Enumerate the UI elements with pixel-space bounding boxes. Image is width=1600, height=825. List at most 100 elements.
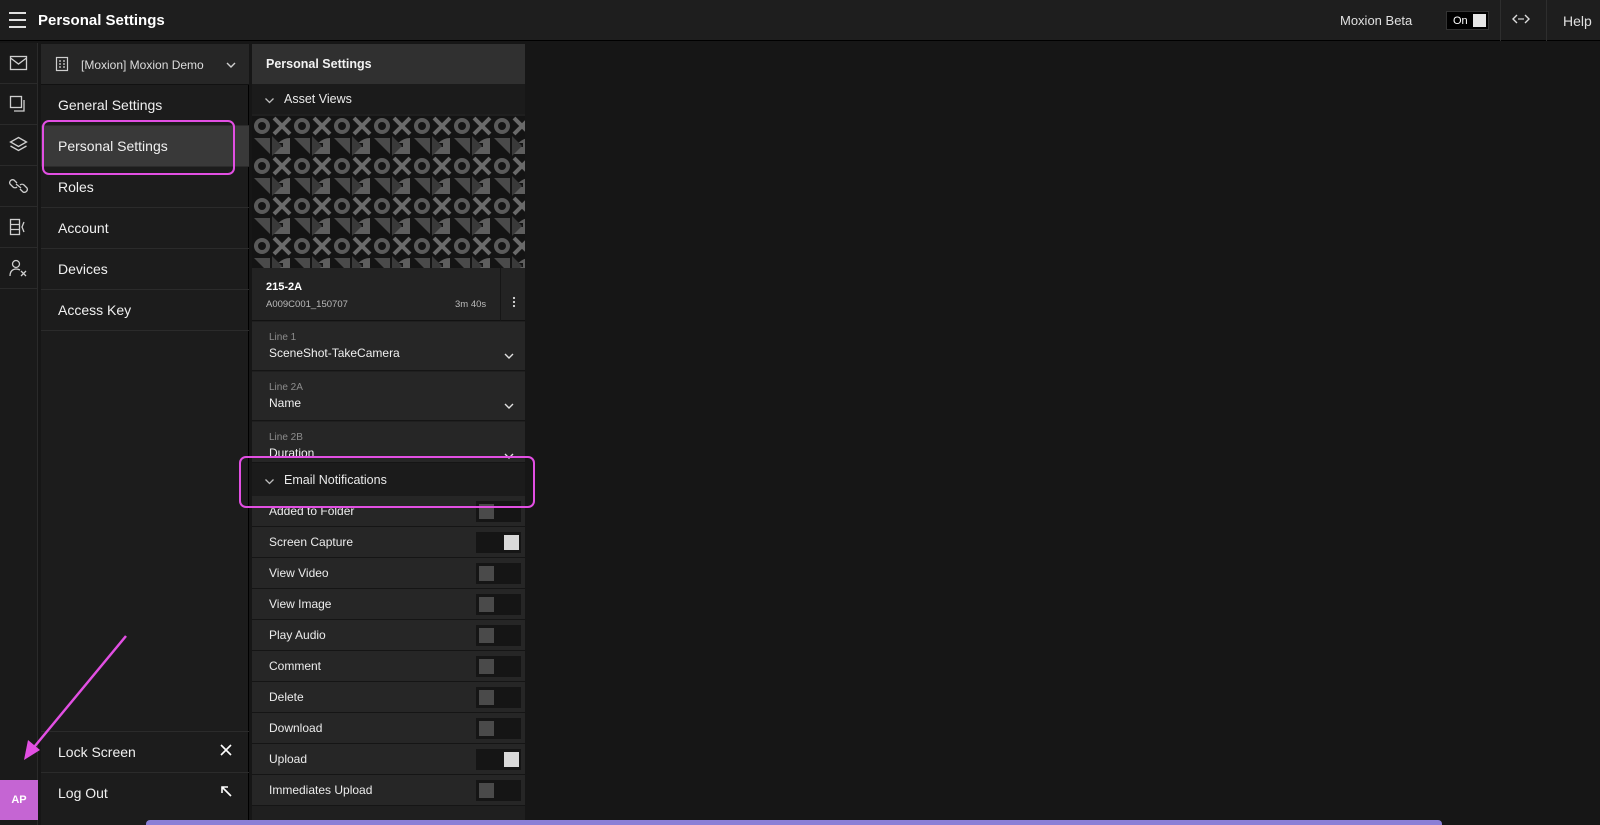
menu-item-label: Devices [58,261,108,277]
toggle-knob [479,659,494,674]
chevron-down-icon [264,474,275,492]
toggle-knob [1473,14,1486,27]
annotation-arrow-icon [24,635,127,760]
notif-label: Added to Folder [269,504,355,518]
asset-name: 215-2A [266,281,303,293]
field-value: SceneShot-TakeCamera [269,346,400,360]
notif-label: Download [269,721,323,735]
toggle-knob [504,535,519,550]
asset-clip: A009C001_150707 [266,299,348,310]
menu-item-access-key[interactable]: Access Key [41,290,249,331]
menu-item-devices[interactable]: Devices [41,249,249,290]
chevron-down-icon [503,349,515,367]
beta-toggle[interactable]: On [1446,11,1489,30]
user-avatar[interactable]: AP [0,780,38,820]
panel-title: Personal Settings [266,57,372,71]
notif-toggle[interactable] [476,563,521,584]
org-name: [Moxion] Moxion Demo [81,58,204,72]
toggle-knob [479,783,494,798]
menu-item-label: Roles [58,179,94,195]
notif-toggle[interactable] [476,532,521,553]
layers-icon[interactable] [0,125,38,166]
toggle-knob [479,690,494,705]
notif-view-video: View Video [252,558,525,589]
divider [500,268,501,321]
top-bar: Personal Settings Moxion Beta On Help [0,0,1600,41]
divider [1500,0,1501,41]
notif-label: Upload [269,752,308,766]
bottom-bar [146,820,1442,825]
notif-toggle[interactable] [476,718,521,739]
notif-upload: Upload [252,744,525,775]
org-selector[interactable]: [Moxion] Moxion Demo [41,44,249,85]
notif-screen-capture: Screen Capture [252,527,525,558]
panel-header: Personal Settings [252,44,525,84]
field-value: Duration [269,446,315,460]
beta-toggle-label: On [1453,15,1468,27]
hamburger-menu-icon[interactable] [9,12,26,28]
menu-item-label: Account [58,220,109,236]
page-title: Personal Settings [38,12,165,29]
toggle-knob [479,721,494,736]
help-link[interactable]: Help [1563,13,1592,29]
notif-view-image: View Image [252,589,525,620]
notif-label: Delete [269,690,304,704]
notif-added-to-folder: Added to Folder [252,496,525,527]
notif-label: Immediates Upload [269,783,373,797]
more-vertical-icon[interactable] [512,296,516,308]
notif-toggle[interactable] [476,501,521,522]
notif-download: Download [252,713,525,744]
building-icon [54,56,70,77]
notif-immediates-upload: Immediates Upload [252,775,525,806]
line-1-select[interactable]: Line 1 SceneShot-TakeCamera [252,322,525,371]
toggle-knob [479,504,494,519]
log-out-label: Log Out [58,785,108,801]
menu-item-personal-settings[interactable]: Personal Settings [41,126,249,167]
field-label: Line 1 [269,332,297,343]
menu-item-label: Access Key [58,302,132,318]
notif-toggle[interactable] [476,656,521,677]
email-notifications-section-toggle[interactable]: Email Notifications [252,463,525,496]
notif-toggle[interactable] [476,780,521,801]
menu-item-roles[interactable]: Roles [41,167,249,208]
copy-icon[interactable] [0,84,38,125]
toggle-knob [479,597,494,612]
section-title: Asset Views [284,92,352,106]
log-out-button[interactable]: Log Out [41,772,249,813]
notif-label: View Video [269,566,329,580]
close-icon [220,743,232,760]
notif-toggle[interactable] [476,594,521,615]
toggle-knob [479,566,494,581]
line-2a-select[interactable]: Line 2A Name [252,372,525,421]
menu-item-account[interactable]: Account [41,208,249,249]
menu-item-general-settings[interactable]: General Settings [41,85,249,126]
field-value: Name [269,396,302,410]
notif-label: Screen Capture [269,535,354,549]
asset-thumbnail[interactable] [252,116,525,268]
notif-delete: Delete [252,682,525,713]
notif-toggle[interactable] [476,687,521,708]
asset-duration: 3m 40s [455,299,487,310]
notif-toggle[interactable] [476,749,521,770]
user-settings-icon[interactable] [0,248,38,289]
notif-label: Comment [269,659,322,673]
arrow-up-left-icon [220,784,232,801]
asset-views-section-toggle[interactable]: Asset Views [252,84,525,114]
inbox-icon[interactable] [0,43,38,84]
chevron-down-icon [503,449,515,462]
menu-item-label: General Settings [58,97,163,113]
personal-settings-panel: Personal Settings Asset Views 215-2A A00… [252,44,525,825]
beta-label: Moxion Beta [1340,13,1413,28]
section-title: Email Notifications [284,473,387,487]
code-embed-icon[interactable] [1512,12,1530,28]
divider [1546,0,1547,41]
field-label: Line 2A [269,382,303,393]
line-2b-select[interactable]: Line 2B Duration [252,422,525,463]
storage-icon[interactable] [0,207,38,248]
field-label: Line 2B [269,432,303,443]
link-icon[interactable] [0,166,38,207]
notif-comment: Comment [252,651,525,682]
notif-toggle[interactable] [476,625,521,646]
chevron-down-icon [225,58,237,76]
chevron-down-icon [503,399,515,417]
